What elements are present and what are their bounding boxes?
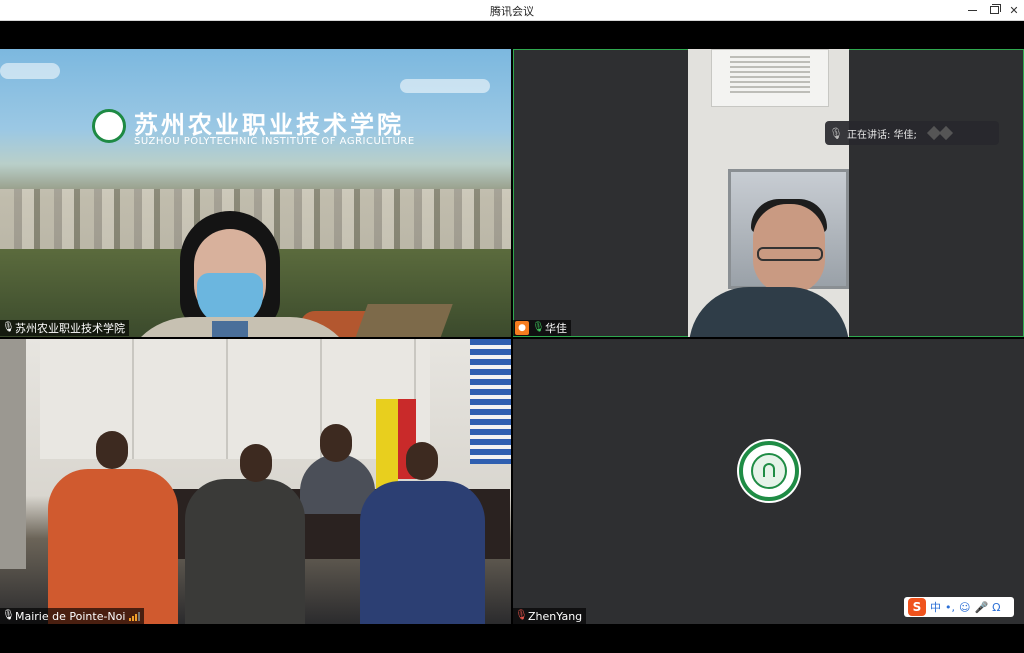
host-badge-icon: ● <box>515 321 529 335</box>
participant-glasses <box>757 247 823 261</box>
room-door <box>0 339 26 569</box>
school-logo-icon <box>739 441 799 501</box>
restore-button[interactable] <box>983 2 1005 18</box>
participant-name: 苏州农业职业技术学院 <box>15 322 125 335</box>
ime-punctuation-toggle[interactable]: •, <box>945 601 955 614</box>
microphone-active-icon: 🎙 <box>532 322 545 333</box>
window-title: 腾讯会议 <box>490 5 534 18</box>
participant-name: 华佳 <box>545 322 567 335</box>
participant-name-label: 🎙 ZhenYang <box>513 608 587 624</box>
sogou-logo-icon[interactable]: S <box>908 598 926 616</box>
video-tile-3[interactable]: 🎙 Mairie de Pointe-Noi <box>0 339 511 624</box>
video-bottom-margin <box>0 624 1024 653</box>
participant-collar <box>212 321 248 337</box>
air-conditioner <box>711 49 829 107</box>
smiley-icon[interactable]: ☺ <box>959 601 970 614</box>
video-tile-2[interactable]: 🎙 正在讲话: 华佳; ● 🎙 华佳 <box>513 49 1024 337</box>
participant-name: Mairie de Pointe-Noi <box>15 609 126 623</box>
participant-head <box>240 444 272 482</box>
headset-icon[interactable]: Ω <box>992 601 1000 614</box>
school-logo-icon <box>92 109 126 143</box>
participant-name-label: 🎙 苏州农业职业技术学院 <box>0 320 129 336</box>
participant-name-label: 🎙 Mairie de Pointe-Noi <box>0 608 145 624</box>
minimize-icon <box>967 9 977 11</box>
restore-icon <box>989 4 1001 14</box>
ime-toolbar[interactable]: S 中 •, ☺ 🎤 Ω <box>904 597 1014 617</box>
microphone-muted-icon: 🎙 <box>515 610 528 621</box>
microphone-icon[interactable]: 🎤 <box>974 601 988 614</box>
speaking-label: 正在讲话: 华佳; <box>847 129 917 141</box>
minimize-button[interactable] <box>961 2 983 18</box>
participant-head <box>406 442 438 480</box>
participant-name: ZhenYang <box>528 609 583 623</box>
window-title-bar: 腾讯会议 ✕ <box>0 0 1024 21</box>
video-top-margin <box>0 21 1024 49</box>
banner-school-name-en: SUZHOU POLYTECHNIC INSTITUTE OF AGRICULT… <box>134 136 415 147</box>
participant-body <box>48 469 178 624</box>
microphone-icon: 🎙 <box>2 610 15 621</box>
logo-arch <box>763 463 775 477</box>
ime-mode-toggle[interactable]: 中 <box>930 599 941 615</box>
video-tile-1[interactable]: 苏州农业职业技术学院 SUZHOU POLYTECHNIC INSTITUTE … <box>0 49 511 337</box>
speaking-indicator: 🎙 正在讲话: 华佳; <box>825 121 999 145</box>
participant-head <box>320 424 352 462</box>
banner-school-name-cn: 苏州农业职业技术学院 <box>134 110 404 139</box>
signal-strength-icon <box>129 611 141 621</box>
participant-head <box>96 431 128 469</box>
close-button[interactable]: ✕ <box>1003 2 1024 18</box>
participant-body <box>185 479 305 624</box>
close-icon: ✕ <box>1009 3 1019 17</box>
participant-name-label: ● 🎙 华佳 <box>513 320 571 336</box>
cloud-decoration <box>0 63 60 79</box>
window-blinds <box>470 339 511 464</box>
microphone-icon: 🎙 <box>829 126 843 140</box>
cloud-decoration <box>400 79 490 93</box>
audio-wave-icon <box>926 125 953 141</box>
participant-body <box>360 481 485 624</box>
microphone-icon: 🎙 <box>2 322 15 333</box>
video-tile-4[interactable]: 🎙 ZhenYang <box>513 339 1024 624</box>
